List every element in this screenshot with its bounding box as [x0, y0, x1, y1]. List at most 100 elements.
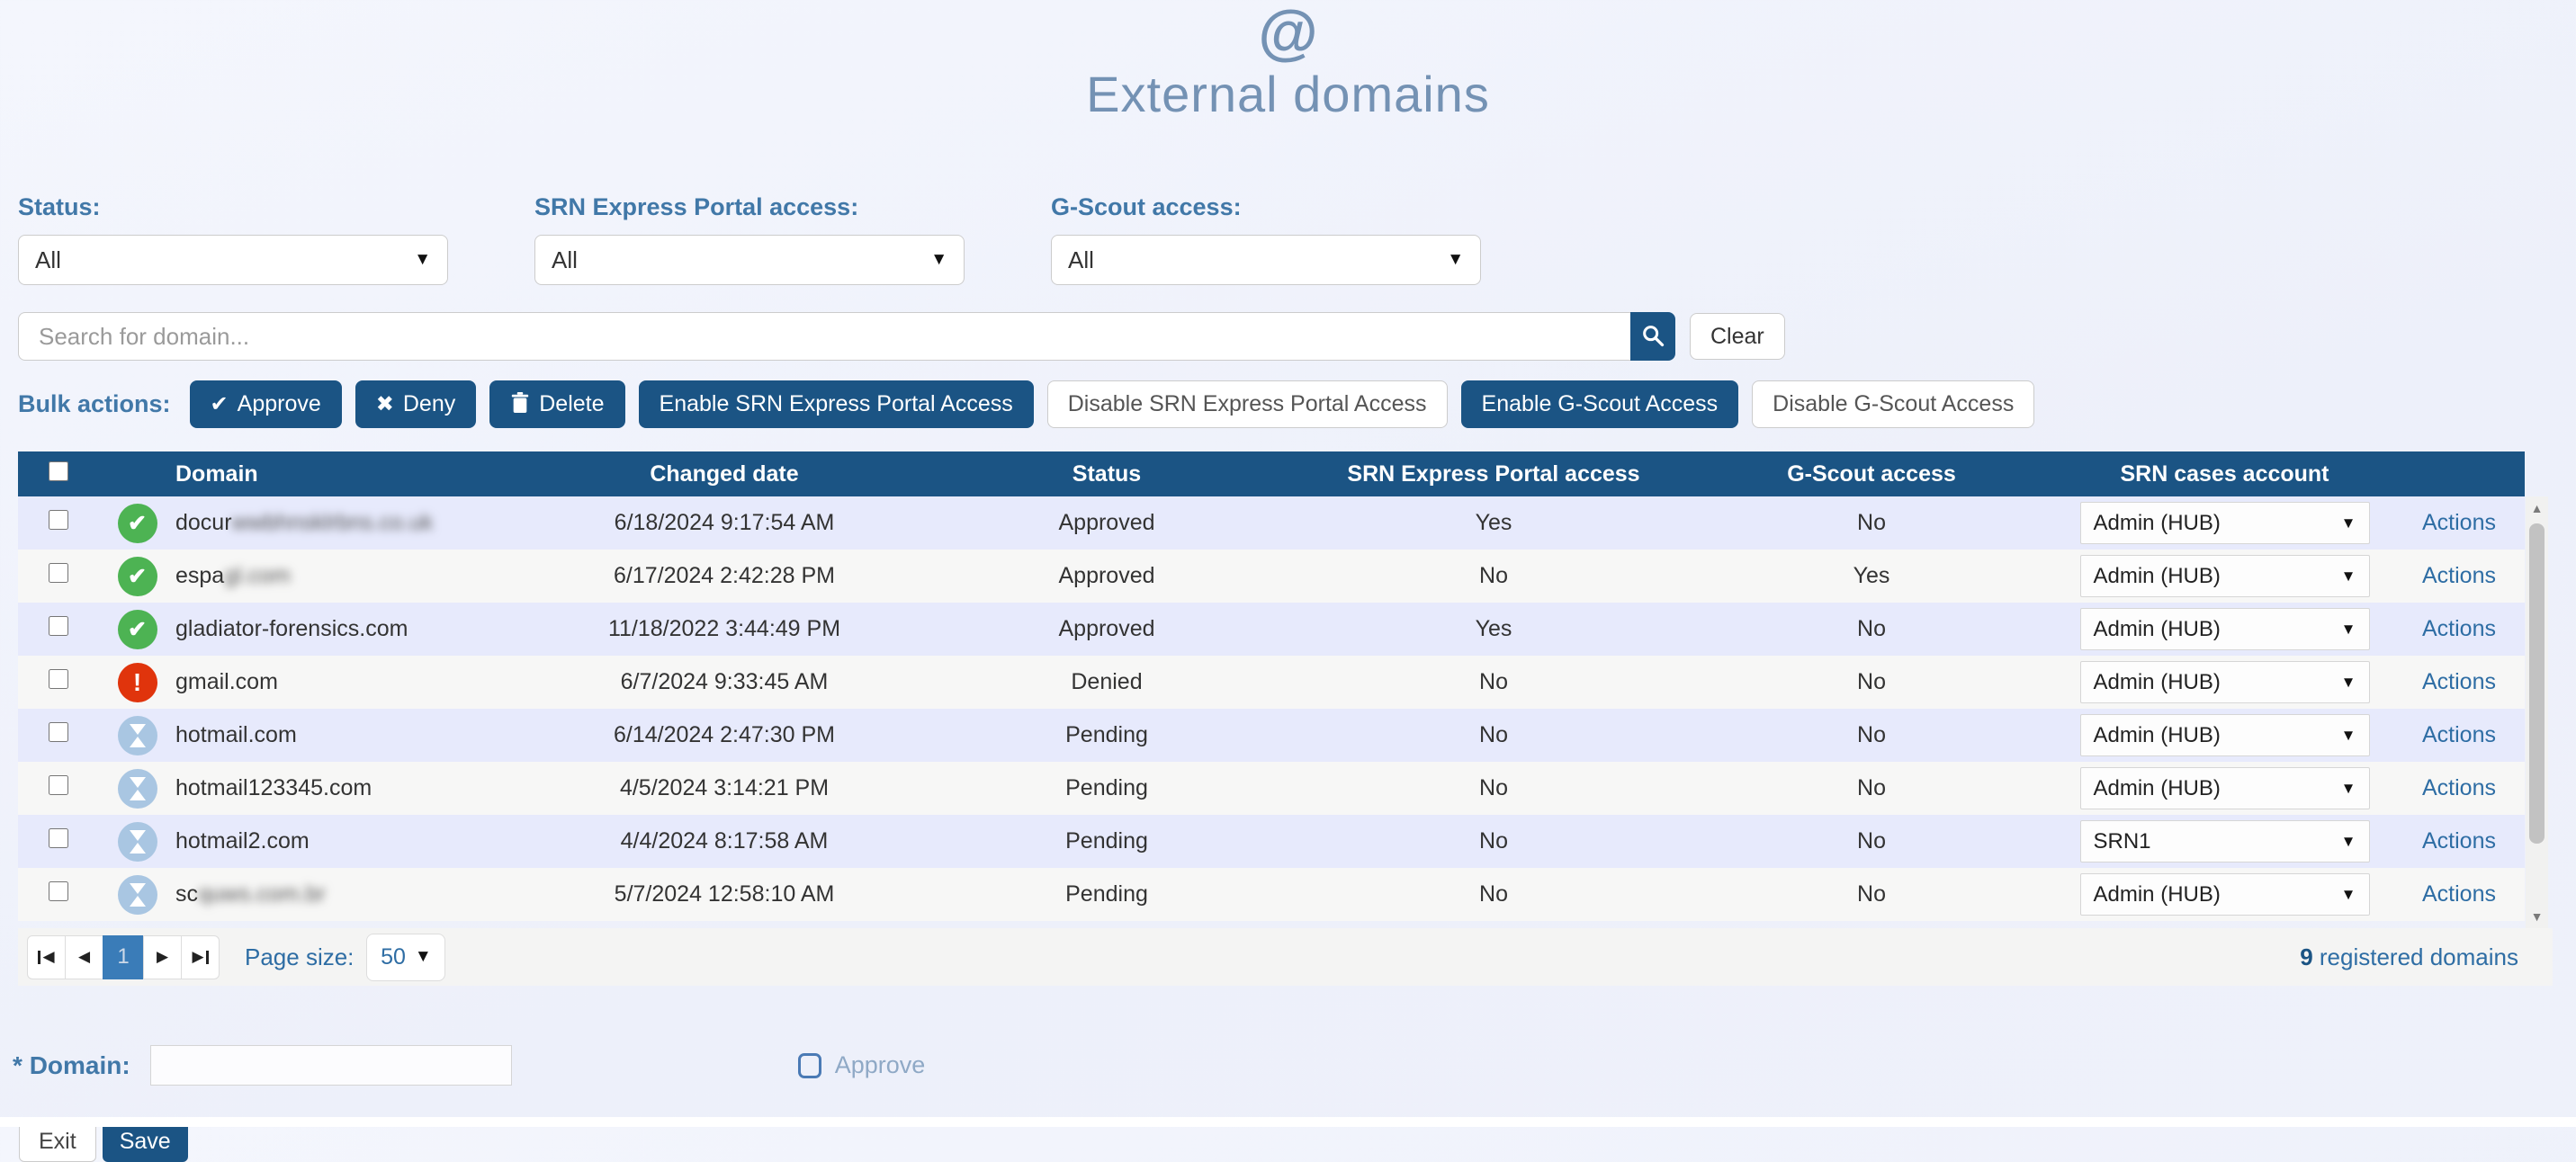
row-checkbox[interactable]: [49, 616, 68, 636]
actions-link[interactable]: Actions: [2422, 510, 2496, 535]
row-checkbox[interactable]: [49, 775, 68, 795]
search-input[interactable]: [18, 312, 1630, 361]
srn-cases-account-select[interactable]: Admin (HUB) ▼: [2080, 661, 2370, 703]
bulk-approve-button[interactable]: ✔ Approve: [190, 380, 342, 428]
domain-column-header: Domain: [175, 451, 535, 496]
gscout-access-cell: Yes: [1687, 550, 2056, 603]
chevron-down-icon: ▼: [2341, 514, 2356, 532]
chevron-down-icon: ▼: [415, 947, 432, 967]
previous-page-button[interactable]: ◀: [65, 935, 103, 979]
last-page-button[interactable]: ▶: [181, 935, 220, 979]
chevron-down-icon: ▼: [414, 250, 431, 270]
srn-cases-account-select[interactable]: Admin (HUB) ▼: [2080, 873, 2370, 916]
pending-status-icon: [118, 716, 157, 755]
disable-srn-access-button[interactable]: Disable SRN Express Portal Access: [1047, 380, 1448, 428]
chevron-down-icon: ▼: [2341, 621, 2356, 639]
registered-domains-summary: 9 registered domains: [2300, 943, 2518, 971]
status-cell: Denied: [913, 656, 1300, 709]
table-row: ✔ espagl.com 6/17/2024 2:42:28 PM Approv…: [18, 550, 2525, 603]
actions-link[interactable]: Actions: [2422, 828, 2496, 854]
save-button[interactable]: Save: [103, 1122, 188, 1162]
changed-date-cell: 6/17/2024 2:42:28 PM: [535, 550, 913, 603]
next-page-button[interactable]: ▶: [143, 935, 182, 979]
table-row: ✔ gladiator-forensics.com 11/18/2022 3:4…: [18, 603, 2525, 656]
first-page-button[interactable]: ◀: [27, 935, 66, 979]
scrollbar-thumb[interactable]: [2529, 523, 2545, 844]
actions-link[interactable]: Actions: [2422, 669, 2496, 694]
chevron-down-icon: ▼: [2341, 727, 2356, 745]
actions-link[interactable]: Actions: [2422, 775, 2496, 800]
actions-link[interactable]: Actions: [2422, 722, 2496, 747]
new-domain-input[interactable]: [150, 1045, 512, 1086]
domain-cell: gladiator-forensics.com: [175, 603, 535, 656]
changed-date-cell: 11/18/2022 3:44:49 PM: [535, 603, 913, 656]
chevron-down-icon: ▼: [2341, 674, 2356, 692]
row-checkbox[interactable]: [49, 722, 68, 742]
table-scrollbar[interactable]: ▲ ▼: [2526, 496, 2548, 928]
table-row: ✔ docurwwbhnsklrbns.co.uk 6/18/2024 9:17…: [18, 496, 2525, 550]
enable-gscout-access-button[interactable]: Enable G-Scout Access: [1461, 380, 1739, 428]
srn-access-filter-value: All: [552, 246, 578, 274]
current-page-button[interactable]: 1: [103, 935, 144, 979]
exit-button[interactable]: Exit: [19, 1122, 96, 1162]
row-checkbox[interactable]: [49, 881, 68, 901]
scroll-down-icon[interactable]: ▼: [2531, 910, 2544, 923]
changed-date-cell: 4/4/2024 8:17:58 AM: [535, 815, 913, 868]
srn-cases-account-select[interactable]: Admin (HUB) ▼: [2080, 502, 2370, 544]
arrow-right-icon: ▶: [192, 948, 203, 966]
arrow-left-icon: ◀: [78, 948, 90, 966]
srn-cases-account-select[interactable]: SRN1 ▼: [2080, 820, 2370, 863]
disable-gscout-access-button[interactable]: Disable G-Scout Access: [1752, 380, 2034, 428]
select-all-checkbox[interactable]: [49, 461, 68, 481]
actions-link[interactable]: Actions: [2422, 563, 2496, 588]
approve-checkbox[interactable]: [798, 1053, 821, 1078]
add-domain-form: * Domain: Approve: [13, 1045, 2576, 1086]
enable-srn-access-button[interactable]: Enable SRN Express Portal Access: [639, 380, 1034, 428]
page-size-select[interactable]: 50 ▼: [366, 934, 445, 981]
status-cell: Pending: [913, 815, 1300, 868]
srn-cases-account-column-header: SRN cases account: [2056, 451, 2393, 496]
gscout-access-filter-select[interactable]: All ▼: [1051, 235, 1481, 285]
srn-cases-account-select[interactable]: Admin (HUB) ▼: [2080, 767, 2370, 809]
domains-table-zone: Domain Changed date Status SRN Express P…: [18, 451, 2576, 928]
changed-date-cell: 6/18/2024 9:17:54 AM: [535, 496, 913, 550]
table-header-row: Domain Changed date Status SRN Express P…: [18, 451, 2525, 496]
changed-date-column-header: Changed date: [535, 451, 913, 496]
approved-status-icon: ✔: [118, 610, 157, 649]
bulk-delete-button[interactable]: Delete: [489, 380, 624, 428]
search-button[interactable]: [1630, 312, 1675, 361]
table-row: scquws.com.br 5/7/2024 12:58:10 AM Pendi…: [18, 868, 2525, 921]
row-checkbox[interactable]: [49, 828, 68, 848]
chevron-down-icon: ▼: [2341, 833, 2356, 851]
pending-status-icon: [118, 822, 157, 862]
status-icon-column-header: [99, 451, 175, 496]
status-cell: Approved: [913, 496, 1300, 550]
actions-link[interactable]: Actions: [2422, 616, 2496, 641]
status-cell: Approved: [913, 603, 1300, 656]
actions-column-header: [2393, 451, 2525, 496]
srn-access-column-header: SRN Express Portal access: [1300, 451, 1687, 496]
srn-cases-account-select[interactable]: Admin (HUB) ▼: [2080, 714, 2370, 756]
bulk-actions-label: Bulk actions:: [18, 390, 171, 418]
row-checkbox[interactable]: [49, 563, 68, 583]
changed-date-cell: 4/5/2024 3:14:21 PM: [535, 762, 913, 815]
clear-search-button[interactable]: Clear: [1690, 313, 1785, 360]
scroll-up-icon[interactable]: ▲: [2531, 502, 2544, 514]
row-checkbox[interactable]: [49, 669, 68, 689]
domain-cell: gmail.com: [175, 656, 535, 709]
filter-status: Status: All ▼: [18, 193, 448, 285]
bulk-deny-button[interactable]: ✖ Deny: [355, 380, 476, 428]
actions-link[interactable]: Actions: [2422, 881, 2496, 907]
status-filter-select[interactable]: All ▼: [18, 235, 448, 285]
table-row: hotmail2.com 4/4/2024 8:17:58 AM Pending…: [18, 815, 2525, 868]
row-checkbox[interactable]: [49, 510, 68, 530]
domains-table: Domain Changed date Status SRN Express P…: [18, 451, 2525, 921]
srn-access-filter-select[interactable]: All ▼: [534, 235, 965, 285]
domain-cell: docurwwbhnsklrbns.co.uk: [175, 496, 535, 550]
srn-cases-account-select[interactable]: Admin (HUB) ▼: [2080, 608, 2370, 650]
domain-cell: hotmail123345.com: [175, 762, 535, 815]
gscout-access-cell: No: [1687, 603, 2056, 656]
srn-cases-account-select[interactable]: Admin (HUB) ▼: [2080, 555, 2370, 597]
table-body: ✔ docurwwbhnsklrbns.co.uk 6/18/2024 9:17…: [18, 496, 2525, 921]
srn-access-cell: No: [1300, 550, 1687, 603]
